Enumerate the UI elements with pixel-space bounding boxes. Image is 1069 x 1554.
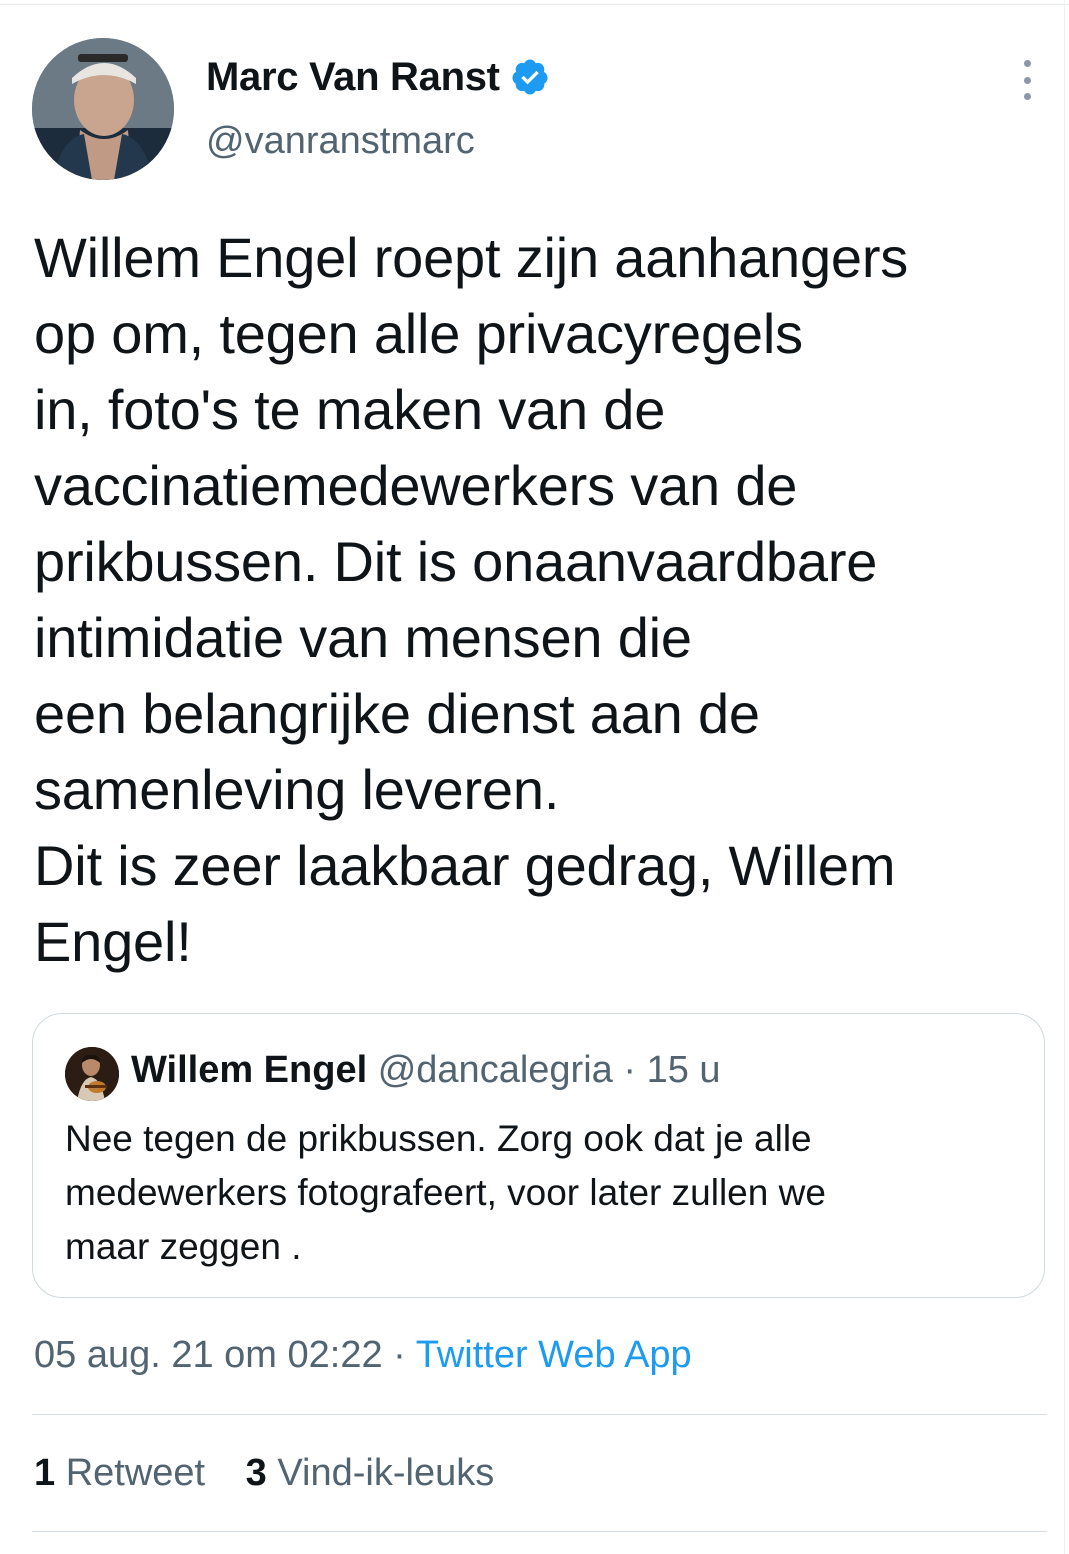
tweet-text-line: prikbussen. Dit is onaanvaardbare <box>34 530 878 593</box>
quoted-author-avatar[interactable] <box>65 1047 119 1101</box>
stats-bottom-divider <box>32 1531 1047 1532</box>
meta-separator: · <box>393 1334 406 1376</box>
more-dot <box>1023 60 1031 67</box>
tweet-source-link[interactable]: Twitter Web App <box>416 1334 692 1376</box>
author-name-row: Marc Van Ranst <box>206 52 550 102</box>
more-dot <box>1023 93 1031 100</box>
quoted-tweet-header: Willem Engel @dancalegria · 15 u <box>131 1048 721 1092</box>
tweet-text-line: vaccinatiemedewerkers van de <box>34 454 798 517</box>
quoted-author-handle[interactable]: @dancalegria <box>378 1049 613 1091</box>
likes-count: 3 <box>245 1452 267 1494</box>
top-divider <box>0 4 1069 5</box>
quoted-text-line: medewerkers fotografeert, voor later zul… <box>65 1172 826 1213</box>
retweets-label: Retweet <box>65 1452 206 1494</box>
quoted-timestamp[interactable]: 15 u <box>647 1049 721 1091</box>
tweet-text-line: Willem Engel roept zijn aanhangers <box>34 226 909 289</box>
tweet-text-line: een belangrijke dienst aan de <box>34 682 760 745</box>
more-vertical-icon[interactable] <box>1015 60 1039 100</box>
tweet-text: Willem Engel roept zijn aanhangers op om… <box>34 220 1034 980</box>
author-handle[interactable]: @vanranstmarc <box>206 120 475 163</box>
retweets-stat[interactable]: 1 Retweet <box>34 1452 205 1495</box>
tweet-meta: 05 aug. 21 om 02:22 · Twitter Web App <box>34 1334 692 1377</box>
quoted-tweet-card[interactable]: Willem Engel @dancalegria · 15 u Nee teg… <box>32 1013 1045 1298</box>
stats-top-divider <box>32 1414 1047 1415</box>
tweet-timestamp[interactable]: 05 aug. 21 om 02:22 <box>34 1334 383 1376</box>
quoted-separator: · <box>623 1049 636 1091</box>
tweet-text-line: intimidatie van mensen die <box>34 606 692 669</box>
quoted-text-line: Nee tegen de prikbussen. Zorg ook dat je… <box>65 1118 812 1159</box>
retweets-count: 1 <box>34 1452 56 1494</box>
tweet-text-line: in, foto's te maken van de <box>34 378 666 441</box>
tweet-text-line: op om, tegen alle privacyregels <box>34 302 803 365</box>
tweet-text-line: Dit is zeer laakbaar gedrag, Willem <box>34 834 896 897</box>
verified-badge-icon <box>510 57 550 97</box>
right-edge <box>1064 0 1065 1554</box>
tweet-text-line: Engel! <box>34 910 192 973</box>
tweet-stats: 1 Retweet 3 Vind-ik-leuks <box>34 1452 524 1495</box>
quoted-text-line: maar zeggen . <box>65 1226 302 1267</box>
more-dot <box>1023 76 1031 84</box>
likes-label: Vind-ik-leuks <box>277 1452 495 1494</box>
likes-stat[interactable]: 3 Vind-ik-leuks <box>246 1452 495 1495</box>
quoted-author-name[interactable]: Willem Engel <box>131 1049 367 1091</box>
quoted-tweet-text: Nee tegen de prikbussen. Zorg ook dat je… <box>65 1112 1025 1274</box>
tweet-text-line: samenleving leveren. <box>34 758 560 821</box>
author-avatar[interactable] <box>32 38 174 180</box>
author-name[interactable]: Marc Van Ranst <box>206 55 500 100</box>
